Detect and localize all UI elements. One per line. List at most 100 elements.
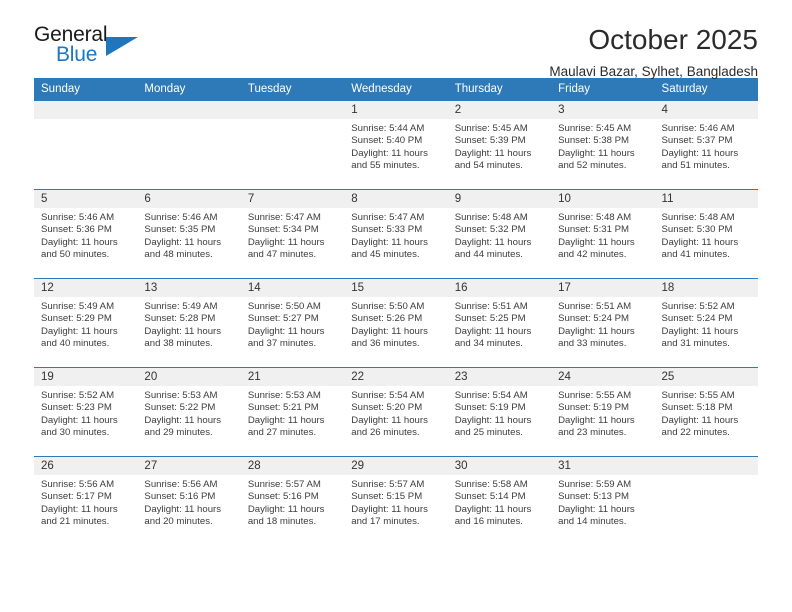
calendar-day-cell[interactable]: 3 Sunrise: 5:45 AM Sunset: 5:38 PM Daylight… (551, 100, 655, 190)
day-detail-line: Sunset: 5:14 PM (454, 491, 526, 503)
day-detail-line: Sunrise: 5:55 AM (558, 390, 632, 401)
day-details: Sunrise: 5:55 AM Sunset: 5:18 PM Daylight:… (655, 386, 758, 440)
calendar-day-cell-empty (34, 100, 138, 190)
day-number: 18 (654, 279, 758, 297)
day-detail-line: Sunset: 5:22 PM (144, 402, 216, 414)
day-detail-line: Sunrise: 5:52 AM (661, 301, 735, 312)
day-number: 11 (654, 190, 758, 208)
calendar-day-cell[interactable]: 1 Sunrise: 5:44 AM Sunset: 5:40 PM Daylight… (344, 100, 448, 190)
calendar-day-cell[interactable]: 7 Sunrise: 5:47 AM Sunset: 5:34 PM Daylight… (240, 189, 345, 279)
day-detail-line: Daylight: 11 hours (558, 503, 635, 515)
day-number: 19 (34, 368, 138, 386)
calendar-day-cell[interactable]: 24 Sunrise: 5:55 AM Sunset: 5:19 PM Dayligh… (551, 367, 655, 457)
day-details: Sunrise: 5:59 AM Sunset: 5:13 PM Daylight:… (551, 475, 654, 529)
day-number: 13 (137, 279, 241, 297)
calendar-day-cell[interactable]: 5 Sunrise: 5:46 AM Sunset: 5:36 PM Daylight… (34, 189, 138, 279)
page-header: General Blue October 2025 Maulavi Bazar,… (0, 0, 792, 81)
day-number: 26 (34, 457, 138, 475)
calendar-day-cell[interactable]: 25 Sunrise: 5:55 AM Sunset: 5:18 PM Dayligh… (654, 367, 758, 457)
day-details: Sunrise: 5:50 AM Sunset: 5:26 PM Daylight:… (344, 297, 447, 351)
calendar-day-cell[interactable]: 16 Sunrise: 5:51 AM Sunset: 5:25 PM Dayligh… (447, 278, 552, 368)
day-detail-line: and 33 minutes. (558, 338, 627, 350)
day-detail-line: Sunrise: 5:55 AM (661, 390, 735, 401)
day-detail-line: and 42 minutes. (558, 249, 627, 261)
calendar-day-cell[interactable]: 28 Sunrise: 5:57 AM Sunset: 5:16 PM Dayligh… (240, 456, 345, 546)
day-detail-line: and 20 minutes. (144, 516, 213, 528)
day-detail-line: Daylight: 11 hours (41, 414, 118, 426)
calendar-day-cell[interactable]: 2 Sunrise: 5:45 AM Sunset: 5:39 PM Daylight… (447, 100, 552, 190)
day-details: Sunrise: 5:55 AM Sunset: 5:19 PM Daylight:… (551, 386, 654, 440)
day-details: Sunrise: 5:57 AM Sunset: 5:16 PM Daylight:… (241, 475, 344, 529)
day-details: Sunrise: 5:54 AM Sunset: 5:20 PM Daylight:… (344, 386, 447, 440)
calendar-day-cell[interactable]: 14 Sunrise: 5:50 AM Sunset: 5:27 PM Dayligh… (240, 278, 345, 368)
calendar-day-cell[interactable]: 18 Sunrise: 5:52 AM Sunset: 5:24 PM Dayligh… (654, 278, 758, 368)
day-detail-line: Sunset: 5:20 PM (351, 402, 423, 414)
weekday-header-sunday: Sunday (34, 78, 138, 101)
day-details: Sunrise: 5:58 AM Sunset: 5:14 PM Daylight:… (448, 475, 551, 529)
calendar-day-cell[interactable]: 21 Sunrise: 5:53 AM Sunset: 5:21 PM Dayligh… (240, 367, 345, 457)
brand-name-bottom: Blue (56, 43, 98, 66)
day-details: Sunrise: 5:48 AM Sunset: 5:32 PM Daylight:… (448, 208, 551, 262)
calendar-day-cell[interactable]: 17 Sunrise: 5:51 AM Sunset: 5:24 PM Dayligh… (551, 278, 655, 368)
calendar-day-cell[interactable]: 29 Sunrise: 5:57 AM Sunset: 5:15 PM Dayligh… (344, 456, 448, 546)
day-detail-line: Sunset: 5:18 PM (661, 402, 733, 414)
day-details: Sunrise: 5:53 AM Sunset: 5:22 PM Daylight:… (137, 386, 240, 440)
title-block: October 2025 Maulavi Bazar, Sylhet, Bang… (154, 24, 758, 81)
day-detail-line: and 54 minutes. (454, 160, 523, 172)
day-detail-line: Sunrise: 5:48 AM (558, 212, 632, 223)
calendar-day-cell[interactable]: 19 Sunrise: 5:52 AM Sunset: 5:23 PM Dayligh… (34, 367, 138, 457)
day-number: 10 (551, 190, 655, 208)
calendar-day-cell[interactable]: 6 Sunrise: 5:46 AM Sunset: 5:35 PM Daylight… (137, 189, 241, 279)
day-details: Sunrise: 5:51 AM Sunset: 5:24 PM Daylight:… (551, 297, 654, 351)
calendar-day-cell[interactable]: 27 Sunrise: 5:56 AM Sunset: 5:16 PM Dayligh… (137, 456, 241, 546)
calendar-day-cell[interactable]: 23 Sunrise: 5:54 AM Sunset: 5:19 PM Dayligh… (447, 367, 552, 457)
calendar-day-cell[interactable]: 13 Sunrise: 5:49 AM Sunset: 5:28 PM Dayligh… (137, 278, 241, 368)
calendar-day-cell[interactable]: 30 Sunrise: 5:58 AM Sunset: 5:14 PM Dayligh… (447, 456, 552, 546)
calendar-page: General Blue October 2025 Maulavi Bazar,… (0, 0, 792, 612)
brand-logo[interactable]: General Blue (34, 24, 154, 72)
calendar-day-cell[interactable]: 26 Sunrise: 5:56 AM Sunset: 5:17 PM Dayligh… (34, 456, 138, 546)
calendar-day-cell[interactable]: 4 Sunrise: 5:46 AM Sunset: 5:37 PM Daylight… (654, 100, 758, 190)
day-detail-line: and 26 minutes. (351, 427, 420, 439)
day-detail-line: Sunrise: 5:58 AM (454, 479, 528, 490)
day-detail-line: Sunrise: 5:48 AM (454, 212, 528, 223)
day-detail-line: Sunrise: 5:53 AM (144, 390, 218, 401)
day-detail-line: Sunset: 5:19 PM (454, 402, 526, 414)
weekday-header-thursday: Thursday (447, 78, 552, 101)
day-detail-line: and 21 minutes. (41, 516, 110, 528)
day-detail-line: and 38 minutes. (144, 338, 213, 350)
calendar-day-cell[interactable]: 11 Sunrise: 5:48 AM Sunset: 5:30 PM Dayligh… (654, 189, 758, 279)
day-details: Sunrise: 5:49 AM Sunset: 5:29 PM Daylight:… (34, 297, 137, 351)
calendar-day-cell[interactable]: 9 Sunrise: 5:48 AM Sunset: 5:32 PM Daylight… (447, 189, 552, 279)
day-detail-line: Sunrise: 5:52 AM (41, 390, 115, 401)
calendar-day-cell[interactable]: 12 Sunrise: 5:49 AM Sunset: 5:29 PM Dayligh… (34, 278, 138, 368)
day-detail-line: Daylight: 11 hours (558, 147, 635, 159)
day-detail-line: Daylight: 11 hours (454, 414, 532, 426)
day-detail-line: Daylight: 11 hours (144, 236, 222, 248)
day-details: Sunrise: 5:45 AM Sunset: 5:38 PM Daylight:… (551, 119, 654, 173)
calendar-day-cell[interactable]: 8 Sunrise: 5:47 AM Sunset: 5:33 PM Daylight… (344, 189, 448, 279)
day-detail-line: and 29 minutes. (144, 427, 213, 439)
day-detail-line: Sunset: 5:38 PM (558, 135, 630, 147)
day-details: Sunrise: 5:44 AM Sunset: 5:40 PM Daylight:… (344, 119, 447, 173)
calendar-day-cell[interactable]: 15 Sunrise: 5:50 AM Sunset: 5:26 PM Dayligh… (344, 278, 448, 368)
day-detail-line: Sunset: 5:24 PM (661, 313, 733, 325)
calendar-day-cell-empty (240, 100, 345, 190)
day-details: Sunrise: 5:53 AM Sunset: 5:21 PM Daylight:… (241, 386, 344, 440)
calendar-day-cell[interactable]: 20 Sunrise: 5:53 AM Sunset: 5:22 PM Dayligh… (137, 367, 241, 457)
day-number: 23 (447, 368, 552, 386)
day-detail-line: Sunrise: 5:57 AM (351, 479, 425, 490)
day-detail-line: and 17 minutes. (351, 516, 420, 528)
calendar-day-cell[interactable]: 22 Sunrise: 5:54 AM Sunset: 5:20 PM Dayligh… (344, 367, 448, 457)
calendar-week-row: 5 Sunrise: 5:46 AM Sunset: 5:36 PM Daylight… (34, 189, 758, 279)
day-detail-line: Daylight: 11 hours (41, 503, 118, 515)
day-details (655, 475, 758, 479)
day-number: 16 (447, 279, 552, 297)
day-details: Sunrise: 5:47 AM Sunset: 5:33 PM Daylight:… (344, 208, 447, 262)
day-detail-line: Sunset: 5:16 PM (247, 491, 319, 503)
day-detail-line: Sunrise: 5:46 AM (661, 123, 735, 134)
day-detail-line: Sunrise: 5:54 AM (454, 390, 528, 401)
calendar-day-cell[interactable]: 31 Sunrise: 5:59 AM Sunset: 5:13 PM Dayligh… (551, 456, 655, 546)
calendar-day-cell[interactable]: 10 Sunrise: 5:48 AM Sunset: 5:31 PM Dayligh… (551, 189, 655, 279)
day-detail-line: and 23 minutes. (558, 427, 627, 439)
